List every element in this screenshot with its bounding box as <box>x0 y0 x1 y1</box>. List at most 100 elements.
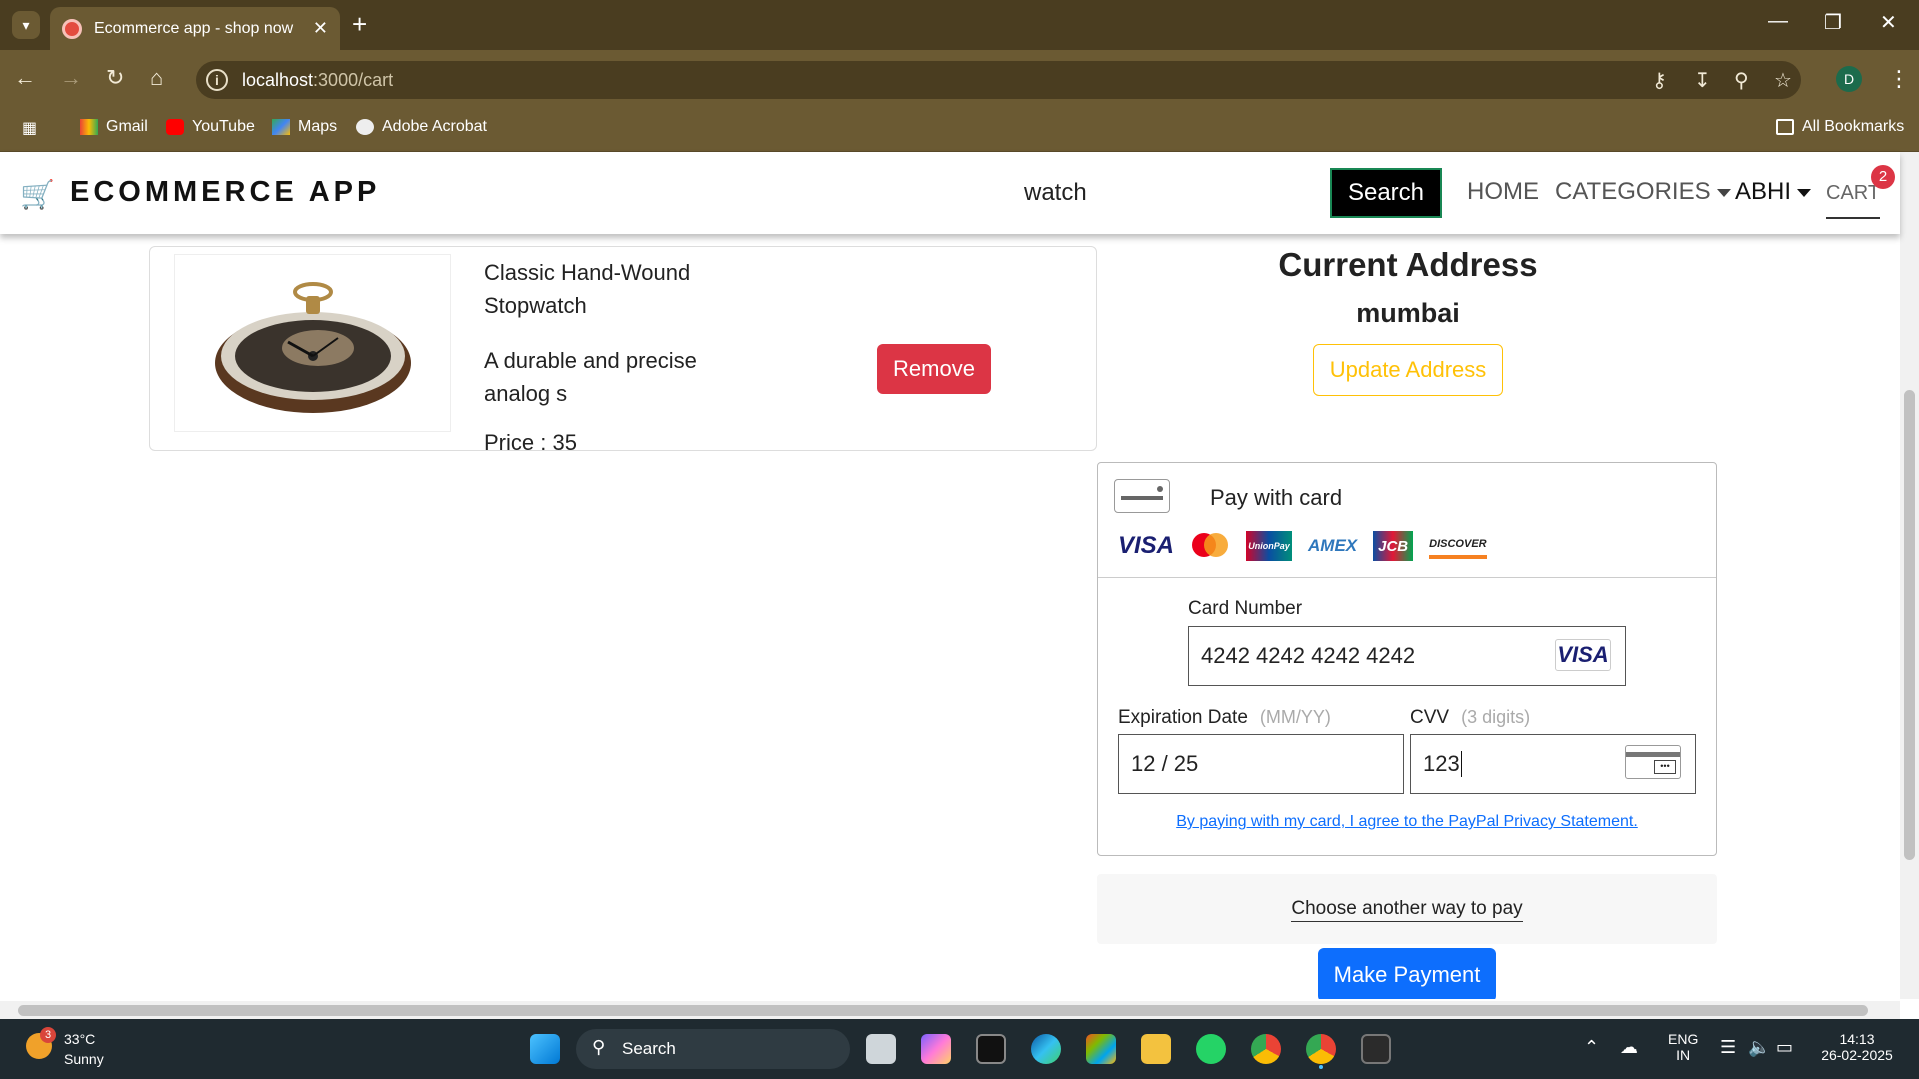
text-cursor <box>1460 751 1462 777</box>
reload-icon[interactable]: ↻ <box>106 65 124 91</box>
jcb-logo-icon: JCB <box>1373 531 1414 561</box>
address-title: Current Address <box>1278 246 1538 283</box>
edge-icon[interactable] <box>1031 1034 1061 1064</box>
profile-avatar[interactable]: D <box>1836 66 1862 92</box>
divider <box>1098 577 1716 578</box>
visa-logo-icon: VISA <box>1118 532 1175 559</box>
product-image <box>174 254 451 432</box>
privacy-statement-link[interactable]: By paying with my card, I agree to the P… <box>1098 813 1716 831</box>
windows-taskbar: 3 33°C Sunny ⚲ Search ⌃ ☁ ENG IN ☰ 🔈 ▭ 14… <box>0 1019 1919 1079</box>
forward-icon[interactable]: → <box>60 65 82 91</box>
cmd-icon[interactable] <box>1361 1034 1391 1064</box>
product-price: Price : 35 <box>484 430 577 455</box>
url-text: localhost:3000/cart <box>242 70 394 90</box>
chevron-up-icon[interactable]: ⌃ <box>1584 1037 1599 1058</box>
shopping-cart-icon: 🛒 <box>20 179 55 210</box>
tab-title: Ecommerce app - shop now <box>94 19 294 37</box>
make-payment-button[interactable]: Make Payment <box>1318 948 1496 999</box>
bookmark-star-icon[interactable]: ☆ <box>1774 68 1792 93</box>
language-indicator[interactable]: ENG IN <box>1668 1031 1698 1063</box>
temperature: 33°C <box>64 1031 96 1047</box>
file-explorer-icon[interactable] <box>1141 1034 1171 1064</box>
site-info-icon[interactable]: i <box>206 69 228 91</box>
alternate-payment-section: Choose another way to pay <box>1097 874 1717 944</box>
card-number-input[interactable]: 4242 4242 4242 4242 VISA <box>1188 626 1626 686</box>
nav-cart[interactable]: CART <box>1826 182 1881 219</box>
weather-condition: Sunny <box>64 1051 104 1067</box>
bookmark-gmail[interactable]: Gmail <box>80 118 148 136</box>
discover-logo-icon: DISCOVER <box>1429 533 1487 559</box>
close-tab-icon[interactable]: ✕ <box>313 18 328 39</box>
address-bar[interactable]: i localhost:3000/cart <box>196 61 1801 99</box>
search-button[interactable]: Search <box>1330 168 1442 218</box>
address-value: mumbai <box>1356 298 1460 328</box>
horizontal-scrollbar[interactable] <box>0 1001 1900 1019</box>
credit-card-icon <box>1114 479 1170 513</box>
card-payment-form: Pay with card VISA UnionPay AMEX JCB DIS… <box>1097 462 1717 856</box>
chrome-active-icon[interactable] <box>1306 1034 1336 1064</box>
chrome-favicon-icon <box>62 18 82 39</box>
unionpay-logo-icon: UnionPay <box>1246 531 1293 561</box>
browser-menu-icon[interactable]: ⋮ <box>1888 66 1910 92</box>
visa-card-icon: VISA <box>1555 639 1611 671</box>
restore-icon[interactable]: ❐ <box>1824 10 1842 35</box>
volume-icon[interactable]: 🔈 <box>1748 1037 1770 1058</box>
chevron-down-icon <box>1797 188 1812 197</box>
bookmark-maps[interactable]: Maps <box>272 118 337 136</box>
copilot-icon[interactable] <box>921 1034 951 1064</box>
vertical-scrollbar-thumb[interactable] <box>1904 390 1915 860</box>
product-description: A durable and precise analog s <box>484 348 697 406</box>
nav-user-menu[interactable]: ABHI <box>1735 178 1812 206</box>
clock[interactable]: 14:13 26-02-2025 <box>1812 1031 1902 1063</box>
store-icon[interactable] <box>1086 1034 1116 1064</box>
youtube-icon <box>166 119 184 135</box>
home-icon[interactable]: ⌂ <box>150 65 163 91</box>
all-bookmarks[interactable]: All Bookmarks <box>1776 118 1904 136</box>
cart-page: Classic Hand-Wound Stopwatch A durable a… <box>0 234 1900 999</box>
tab-search-button[interactable]: ▾ <box>12 11 40 39</box>
brand-title[interactable]: ECOMMERCE APP <box>70 176 380 209</box>
back-icon[interactable]: ← <box>14 65 36 91</box>
whatsapp-icon[interactable] <box>1196 1034 1226 1064</box>
remove-button[interactable]: Remove <box>877 344 991 394</box>
nav-categories[interactable]: CATEGORIES <box>1555 178 1731 206</box>
card-brand-logos: VISA UnionPay AMEX JCB DISCOVER <box>1118 531 1487 561</box>
cvv-card-icon <box>1625 745 1681 779</box>
battery-icon[interactable]: ▭ <box>1776 1037 1793 1058</box>
mastercard-logo-icon <box>1192 533 1229 557</box>
zoom-icon[interactable]: ⚲ <box>1734 68 1749 93</box>
terminal-icon[interactable] <box>976 1034 1006 1064</box>
install-app-icon[interactable]: ↧ <box>1694 68 1711 93</box>
chevron-down-icon <box>1716 188 1731 197</box>
onedrive-icon[interactable]: ☁ <box>1620 1037 1638 1058</box>
expiry-input[interactable]: 12 / 25 <box>1118 734 1404 794</box>
close-window-icon[interactable]: ✕ <box>1880 10 1897 35</box>
card-number-label: Card Number <box>1188 598 1303 619</box>
cart-count-badge: 2 <box>1871 165 1895 189</box>
gmail-icon <box>80 119 98 135</box>
bookmark-adobe-acrobat[interactable]: Adobe Acrobat <box>356 118 487 136</box>
acrobat-icon <box>356 119 374 135</box>
chrome-icon[interactable] <box>1251 1034 1281 1064</box>
new-tab-icon[interactable]: + <box>352 10 367 38</box>
bookmark-youtube[interactable]: YouTube <box>166 118 255 136</box>
password-key-icon[interactable]: ⚷ <box>1652 68 1667 93</box>
nav-home[interactable]: HOME <box>1467 178 1539 206</box>
update-address-button[interactable]: Update Address <box>1313 344 1503 396</box>
active-tab[interactable]: Ecommerce app - shop now ✕ <box>50 7 340 50</box>
app-navbar: 🛒 ECOMMERCE APP Search HOME CATEGORIES A… <box>0 152 1900 234</box>
horizontal-scrollbar-thumb[interactable] <box>18 1005 1868 1016</box>
vertical-scrollbar[interactable] <box>1900 152 1919 999</box>
pocket-watch-icon <box>214 282 411 413</box>
minimize-icon[interactable]: — <box>1768 10 1788 33</box>
start-icon[interactable] <box>530 1034 560 1064</box>
product-name: Classic Hand-Wound Stopwatch <box>484 260 691 318</box>
choose-another-way-link[interactable]: Choose another way to pay <box>1291 898 1523 922</box>
cvv-input[interactable]: 123 <box>1410 734 1696 794</box>
search-input[interactable] <box>1010 168 1328 218</box>
maps-icon <box>272 119 290 135</box>
task-view-icon[interactable] <box>866 1034 896 1064</box>
wifi-icon[interactable]: ☰ <box>1720 1037 1736 1058</box>
taskbar-search[interactable]: ⚲ Search <box>576 1029 850 1069</box>
apps-grid-icon[interactable]: ▦ <box>22 118 37 138</box>
